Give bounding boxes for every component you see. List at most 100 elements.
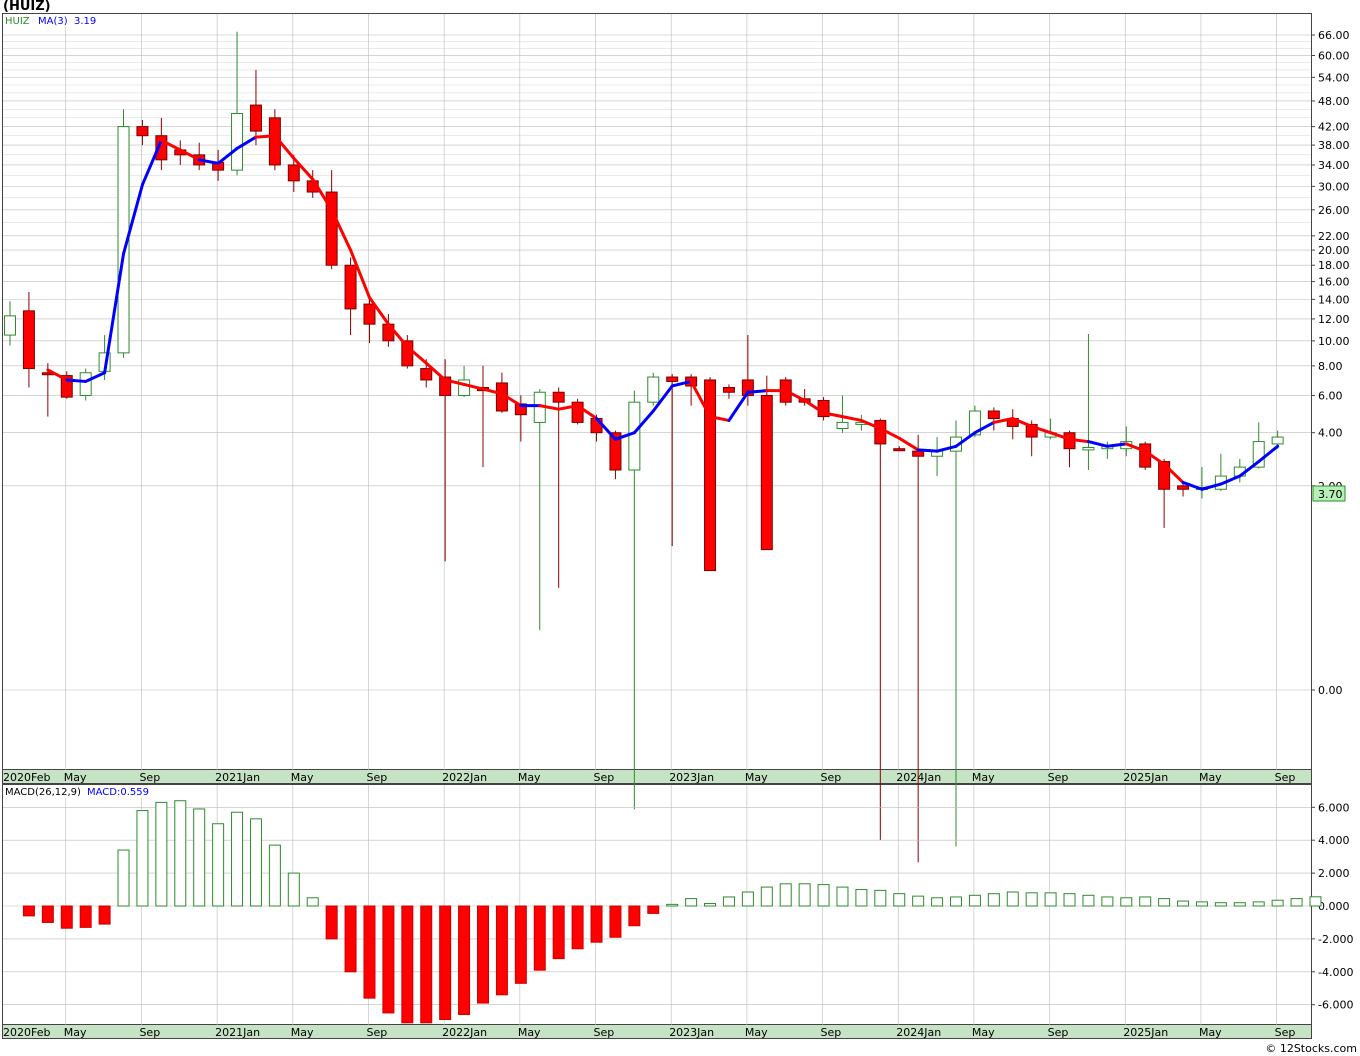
macd-x-tick-label: Sep: [366, 1026, 387, 1039]
chart-canvas: 66.00 60.00 54.00 48.00 42.00 38.00 34.00 30.00…: [2, 13, 1353, 1039]
price-x-tick-label: 2023Jan: [669, 771, 714, 784]
price-y-tick-label: 34.00: [1318, 159, 1350, 172]
macd-bar: [325, 905, 338, 940]
macd-bar: [552, 905, 565, 960]
price-x-tick-label: Sep: [1275, 771, 1296, 784]
legend-macd-label: MACD(26,12,9): [5, 787, 81, 798]
price-y-tick-label: 4.00: [1318, 427, 1343, 440]
macd-xaxis-band: [2, 1024, 1312, 1039]
price-y-tick-label: 6.00: [1318, 389, 1343, 402]
ma3-segment: [916, 448, 939, 453]
price-x-tick-label: Sep: [821, 771, 842, 784]
macd-bar: [268, 844, 281, 907]
macd-x-tick-label: Sep: [821, 1026, 842, 1039]
macd-bar: [1271, 899, 1284, 907]
price-y-tick-label: 66.00: [1318, 29, 1350, 42]
legend-ma-label: MA(3): [38, 16, 68, 27]
macd-bar: [155, 801, 168, 907]
legend-macd-value: MACD:0.559: [87, 787, 149, 798]
price-y-tick-label: 22.00: [1318, 230, 1350, 243]
macd-bar: [1044, 892, 1057, 907]
macd-bar: [60, 905, 73, 929]
candle-body: [628, 401, 641, 471]
candle-body: [874, 419, 887, 445]
macd-bar: [1195, 901, 1208, 907]
macd-bar: [382, 905, 395, 1014]
candle-body: [666, 376, 679, 382]
macd-bar: [136, 810, 149, 907]
macd-bar: [306, 897, 319, 907]
macd-x-tick-label: 2023Jan: [669, 1026, 714, 1039]
price-x-tick-label: 2021Jan: [215, 771, 260, 784]
candle-body: [4, 315, 16, 336]
macd-bar: [1309, 896, 1322, 907]
ma3-segment: [65, 378, 88, 383]
macd-bar: [874, 889, 887, 907]
macd-bar: [420, 905, 433, 1024]
macd-bar: [22, 905, 35, 917]
candle-body: [987, 410, 1000, 420]
price-y-tick-label: 60.00: [1318, 49, 1350, 62]
macd-x-tick-label: May: [745, 1026, 768, 1039]
macd-bar: [647, 905, 660, 914]
macd-bar: [174, 800, 187, 907]
candle-body: [287, 164, 300, 182]
macd-x-tick-label: 2022Jan: [442, 1026, 487, 1039]
macd-bar: [628, 905, 641, 927]
macd-bar: [79, 905, 92, 928]
macd-bar: [722, 896, 735, 907]
macd-bar: [363, 905, 376, 999]
macd-bar: [287, 872, 300, 907]
macd-bar: [1006, 891, 1019, 907]
macd-bar: [779, 883, 792, 907]
price-y-tick-label: 10.00: [1318, 335, 1350, 348]
candle-body: [1271, 436, 1284, 445]
candle-body: [231, 113, 244, 171]
price-x-tick-label: May: [64, 771, 87, 784]
macd-bar: [98, 905, 111, 925]
macd-bar: [533, 905, 546, 971]
macd-bar: [609, 905, 622, 938]
price-y-tick-label: 0.00: [1318, 684, 1343, 697]
macd-bar: [931, 897, 944, 907]
macd-bar: [193, 808, 206, 907]
macd-y-tick-label: 0.000: [1318, 900, 1350, 913]
last-price-label: 3.70: [1318, 488, 1343, 501]
macd-bar: [1025, 892, 1038, 907]
macd-bar: [344, 905, 357, 973]
ma3-segment: [746, 389, 769, 394]
price-y-tick-label: 16.00: [1318, 276, 1350, 289]
macd-x-tick-label: Sep: [1275, 1026, 1296, 1039]
candle-body: [722, 387, 735, 393]
macd-x-tick-label: May: [64, 1026, 87, 1039]
price-x-tick-label: May: [1199, 771, 1222, 784]
macd-bar: [401, 905, 414, 1024]
price-y-axis: 66.00 60.00 54.00 48.00 42.00 38.00 34.00 30.00…: [1311, 29, 1350, 697]
macd-bar: [1214, 902, 1227, 907]
macd-x-tick-label: 2021Jan: [215, 1026, 260, 1039]
price-x-tick-label: 2025Jan: [1123, 771, 1168, 784]
macd-y-tick-label: -4.000: [1318, 966, 1353, 979]
macd-bar: [855, 889, 868, 907]
macd-bar: [1177, 900, 1190, 907]
candle-body: [22, 310, 35, 370]
price-x-tick-label: Sep: [1048, 771, 1069, 784]
macd-x-tick-label: Sep: [594, 1026, 615, 1039]
price-x-tick-label: Sep: [366, 771, 387, 784]
macd-y-tick-label: 4.000: [1318, 834, 1350, 847]
macd-bar: [912, 895, 925, 907]
candle-body: [136, 126, 149, 137]
macd-x-tick-label: May: [291, 1026, 314, 1039]
price-y-tick-label: 26.00: [1318, 204, 1350, 217]
candle-body: [760, 394, 773, 551]
watermark: © 12Stocks.com: [1265, 1042, 1357, 1055]
macd-bar: [590, 905, 603, 943]
macd-bar: [760, 886, 773, 907]
price-x-tick-label: 2022Jan: [442, 771, 487, 784]
macd-bar: [571, 905, 584, 950]
price-xaxis-band: [2, 769, 1312, 784]
legend-ma-value: 3.19: [74, 16, 96, 27]
price-x-tick-label: May: [518, 771, 541, 784]
macd-x-tick-label: 2024Jan: [896, 1026, 941, 1039]
macd-bar: [950, 896, 962, 907]
